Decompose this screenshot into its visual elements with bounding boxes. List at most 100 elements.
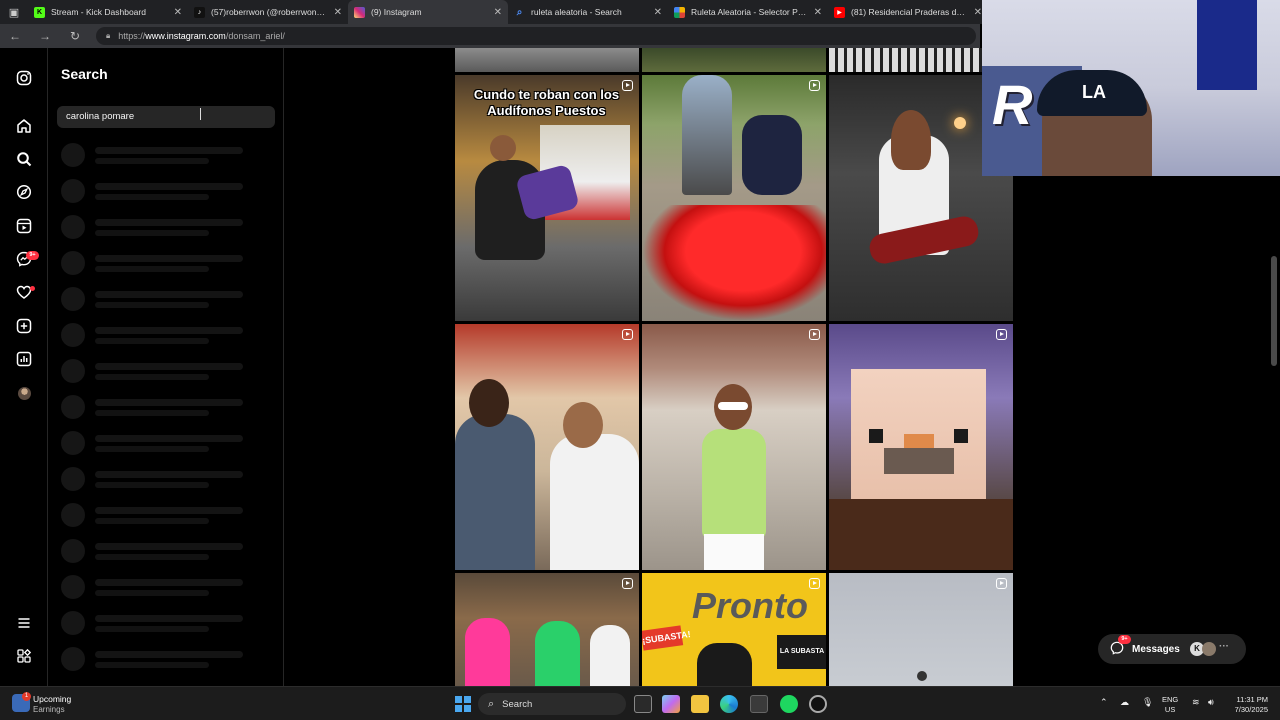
search-result-placeholder <box>61 323 271 349</box>
post-thumbnail[interactable]: Cundo te roban con los Audífonos Puestos <box>455 75 639 321</box>
tray-overflow-icon[interactable]: ⌃ <box>1100 697 1108 707</box>
widget-title: Upcoming <box>33 694 72 704</box>
sign-label: ¡SUBASTA! <box>642 625 691 651</box>
copilot-icon[interactable] <box>662 695 680 713</box>
placeholder-line <box>95 590 209 596</box>
reels-icon[interactable] <box>14 216 34 236</box>
volume-icon[interactable]: 🔊︎ <box>1208 697 1214 707</box>
block-eye <box>869 429 883 443</box>
post-thumbnail[interactable] <box>455 324 639 570</box>
heart-icon[interactable] <box>14 282 34 302</box>
clock-date: 7/30/2025 <box>1234 705 1268 714</box>
reel-icon <box>809 80 820 91</box>
edge-icon[interactable] <box>720 695 738 713</box>
person-figure <box>465 618 510 686</box>
forward-icon[interactable]: → <box>30 29 60 43</box>
create-icon[interactable] <box>14 316 34 336</box>
block-eye <box>954 429 968 443</box>
tab-instagram[interactable]: (9) Instagram ✕ <box>348 0 508 24</box>
task-view-icon[interactable] <box>634 695 652 713</box>
placeholder-line <box>95 230 209 236</box>
placeholder-avatar <box>61 467 85 491</box>
person-figure <box>535 621 580 686</box>
post-thumbnail[interactable] <box>455 573 639 686</box>
tab-search[interactable]: ⌕ ruleta aleatoria - Search ✕ <box>508 0 668 24</box>
placeholder-avatar <box>61 611 85 635</box>
back-icon[interactable]: ← <box>0 29 30 43</box>
post-thumbnail[interactable] <box>642 48 826 72</box>
tab-ruleta[interactable]: Ruleta Aleatoria - Selector Personalizad… <box>668 0 828 24</box>
kick-icon: K <box>34 6 45 18</box>
taskbar-search[interactable]: ⌕ Search <box>478 693 626 715</box>
reel-icon <box>996 329 1007 340</box>
reload-icon[interactable]: ↻ <box>60 29 90 43</box>
messages-button[interactable]: 9+ Messages K ··· <box>1098 634 1246 664</box>
cloud-icon[interactable]: ☁ <box>1120 697 1129 707</box>
home-icon[interactable] <box>14 116 34 136</box>
post-thumbnail[interactable] <box>642 324 826 570</box>
more-icon[interactable] <box>14 646 34 666</box>
white-pants <box>704 534 764 570</box>
person-head <box>469 379 509 427</box>
search-result-placeholder <box>61 359 271 385</box>
placeholder-line <box>95 482 209 488</box>
spotify-icon[interactable] <box>780 695 798 713</box>
clock[interactable]: 11:31 PM 7/30/2025 <box>1230 695 1268 715</box>
menu-icon[interactable] <box>14 613 34 633</box>
instagram-logo-icon[interactable] <box>14 68 34 88</box>
reel-icon <box>809 578 820 589</box>
store-icon[interactable] <box>750 695 768 713</box>
placeholder-line <box>95 518 209 524</box>
address-bar[interactable]: 🔒︎ https://www.instagram.com/donsam_arie… <box>96 27 976 45</box>
tab-actions-icon[interactable]: ▣ <box>0 0 28 24</box>
language-indicator[interactable]: ENG US <box>1162 695 1178 715</box>
microphone-icon[interactable]: 🎙︎ <box>1142 697 1153 707</box>
placeholder-line <box>95 435 243 442</box>
placeholder-avatar <box>61 287 85 311</box>
tab-title: Ruleta Aleatoria - Selector Personalizad… <box>691 7 808 17</box>
search-result-placeholder <box>61 539 271 565</box>
placeholder-avatar <box>61 359 85 383</box>
placeholder-line <box>95 399 243 406</box>
post-thumbnail[interactable] <box>455 48 639 72</box>
placeholder-avatar <box>61 143 85 167</box>
close-icon[interactable]: ✕ <box>654 7 662 18</box>
start-icon[interactable] <box>455 696 471 712</box>
post-thumbnail[interactable] <box>642 75 826 321</box>
app-icon[interactable] <box>809 695 827 713</box>
search-input[interactable] <box>57 106 275 128</box>
tab-kick[interactable]: K Stream - Kick Dashboard ✕ <box>28 0 188 24</box>
sign-text: Pronto <box>692 585 808 626</box>
person-figure <box>590 625 630 686</box>
profile-avatar[interactable] <box>14 383 34 403</box>
tiktok-icon: ♪ <box>194 6 205 18</box>
placeholder-line <box>95 507 243 514</box>
scrollbar-thumb[interactable] <box>1271 256 1277 366</box>
close-icon[interactable]: ✕ <box>174 7 182 18</box>
post-thumbnail[interactable]: Pronto ¡SUBASTA! LA SUBASTA <box>642 573 826 686</box>
person-figure <box>455 414 535 570</box>
search-icon: ⌕ <box>488 697 495 710</box>
tab-tiktok[interactable]: ♪ (57)roberrwon (@roberrwon) | TikTok ✕ <box>188 0 348 24</box>
cap-logo: LA <box>1082 82 1106 102</box>
close-icon[interactable]: ✕ <box>334 7 342 18</box>
close-icon[interactable]: ✕ <box>814 7 822 18</box>
post-thumbnail[interactable] <box>829 324 1013 570</box>
post-thumbnail[interactable] <box>829 573 1013 686</box>
reel-icon <box>622 80 633 91</box>
youtube-icon: ▶ <box>834 6 845 18</box>
wifi-icon[interactable]: ≋ <box>1192 697 1200 707</box>
search-result-placeholder <box>61 395 271 421</box>
search-icon[interactable] <box>14 149 34 169</box>
close-icon[interactable]: ✕ <box>974 7 982 18</box>
profile-post-grid: Cundo te roban con los Audífonos Puestos <box>455 48 1013 686</box>
close-icon[interactable]: ✕ <box>494 7 502 18</box>
explore-icon[interactable] <box>14 182 34 202</box>
placeholder-line <box>95 266 209 272</box>
placeholder-line <box>95 651 243 658</box>
windows-taskbar: 1 Upcoming Earnings ⌕ Search ⌃ ☁ 🎙︎ ENG … <box>0 686 1280 720</box>
dashboard-icon[interactable] <box>14 349 34 369</box>
file-explorer-icon[interactable] <box>691 695 709 713</box>
page-scrollbar[interactable] <box>1268 176 1280 686</box>
tab-youtube[interactable]: ▶ (81) Residencial Praderas del Don ✕ <box>828 0 988 24</box>
